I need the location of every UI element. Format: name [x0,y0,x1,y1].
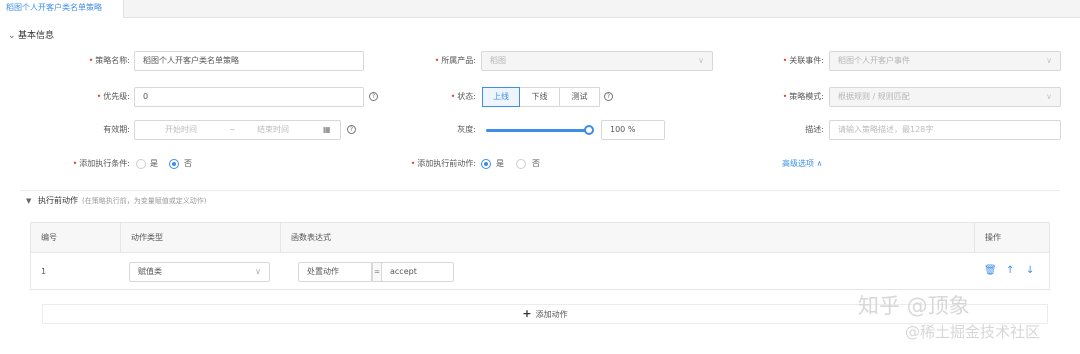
arrow-up-icon[interactable]: ↑ [1006,265,1014,277]
description-label: 描述: [805,125,824,134]
action-type-value: 赋值类 [138,267,162,276]
column-header-operation: 操作 [985,233,1001,242]
strategy-name-label: • 策略名称: [88,56,130,65]
strategy-name-input[interactable]: 稻图个人开客户类名单策略 [134,51,364,71]
add-condition-yes-label: 是 [150,159,158,168]
gray-slider-track[interactable] [486,129,588,132]
row-number: 1 [41,267,47,276]
watermark-juejin: @稀土掘金技术社区 [905,323,1041,341]
expression-right-input[interactable]: accept [381,262,454,282]
mode-value: 根据规则 / 规则匹配 [838,92,910,101]
product-label: • 所属产品: [434,56,476,65]
pre-action-section-header[interactable]: ▼ 执行前动作 (在策略执行前，为变量赋值或定义动作) [20,190,1060,210]
status-test-button[interactable]: 测试 [559,87,600,107]
chevron-down-icon: ∨ [698,56,704,65]
event-value: 稻图个人开客户事件 [838,56,910,65]
priority-input[interactable]: 0 [134,87,364,107]
tab-bar: 稻图个人开客户类名单策略 [0,0,1080,18]
add-condition-no-radio[interactable] [169,159,179,169]
status-label: • 状态: [450,92,476,101]
plus-icon: + [522,307,532,320]
add-pre-action-yes-radio[interactable] [481,159,491,169]
pre-action-note: (在策略执行前，为变量赋值或定义动作) [82,197,207,205]
start-date-placeholder: 开始时间 [165,125,197,134]
column-header-expression: 函数表达式 [281,223,975,253]
chevron-down-icon: ⌄ [8,31,16,41]
pre-action-title: 执行前动作 [38,196,78,205]
add-pre-action-no-label: 否 [532,159,540,168]
add-condition-no-label: 否 [184,159,192,168]
product-select[interactable]: 稻图 ∨ [481,51,713,71]
pre-action-table: 编号 动作类型 函数表达式 操作 1 赋值类 ∨ 处置动作 = accept 🗑… [30,222,1050,290]
event-select[interactable]: 稻图个人开客户事件 ∨ [829,51,1061,71]
help-icon[interactable]: ? [369,92,378,101]
validity-label: 有效期: [103,125,130,134]
tab-strategy[interactable]: 稻图个人开客户类名单策略 [0,0,124,18]
status-online-button[interactable]: 上线 [482,87,520,107]
range-separator: ~ [229,125,236,134]
status-offline-button[interactable]: 下线 [519,87,560,107]
watermark-zhihu: 知乎 @顶象 [858,294,970,318]
priority-label: • 优先级: [96,92,130,101]
delete-icon[interactable]: 🗑 [984,265,997,277]
calendar-icon[interactable]: ▦ [323,121,331,139]
help-icon[interactable]: ? [347,125,356,134]
column-header-number: 编号 [31,223,121,253]
table-header: 编号 动作类型 函数表达式 操作 [31,223,1049,253]
advanced-options-link[interactable]: 高级选项 ∧ [782,158,822,170]
description-input[interactable]: 请输入策略描述，最128字 [829,120,1061,140]
help-icon[interactable]: ? [604,92,613,101]
chevron-down-icon: ∨ [1046,56,1052,65]
section-title: 基本信息 [18,31,55,41]
add-pre-action-yes-label: 是 [496,159,504,168]
end-date-placeholder: 结束时间 [257,125,289,134]
gray-percent-input[interactable]: 100 % [601,120,665,140]
gray-slider-handle[interactable] [584,125,594,135]
chevron-down-icon: ∨ [255,267,261,276]
chevron-down-icon: ∨ [1046,92,1052,101]
add-pre-action-label: • 添加执行前动作: [410,159,476,168]
description-placeholder: 请输入策略描述，最128字 [838,125,934,134]
chevron-up-icon: ∧ [816,159,823,168]
mode-label: • 策略模式: [782,92,824,101]
mode-select[interactable]: 根据规则 / 规则匹配 ∨ [829,87,1061,107]
column-header-action-type: 动作类型 [121,223,281,253]
gray-label: 灰度: [457,125,476,134]
caret-down-icon: ▼ [26,197,32,205]
expression-left-input[interactable]: 处置动作 [298,262,372,282]
event-label: • 关联事件: [782,56,824,65]
add-pre-action-no-radio[interactable] [516,159,526,169]
add-condition-label: • 添加执行条件: [72,159,130,168]
add-action-label: 添加动作 [535,310,568,319]
add-condition-yes-radio[interactable] [136,159,146,169]
product-value: 稻图 [490,56,506,65]
arrow-down-icon[interactable]: ↓ [1026,265,1034,277]
date-range-input[interactable]: 开始时间 ~ 结束时间 ▦ [134,120,341,140]
action-type-select[interactable]: 赋值类 ∨ [129,262,270,282]
section-basic-info[interactable]: ⌄ 基本信息 [8,29,54,43]
